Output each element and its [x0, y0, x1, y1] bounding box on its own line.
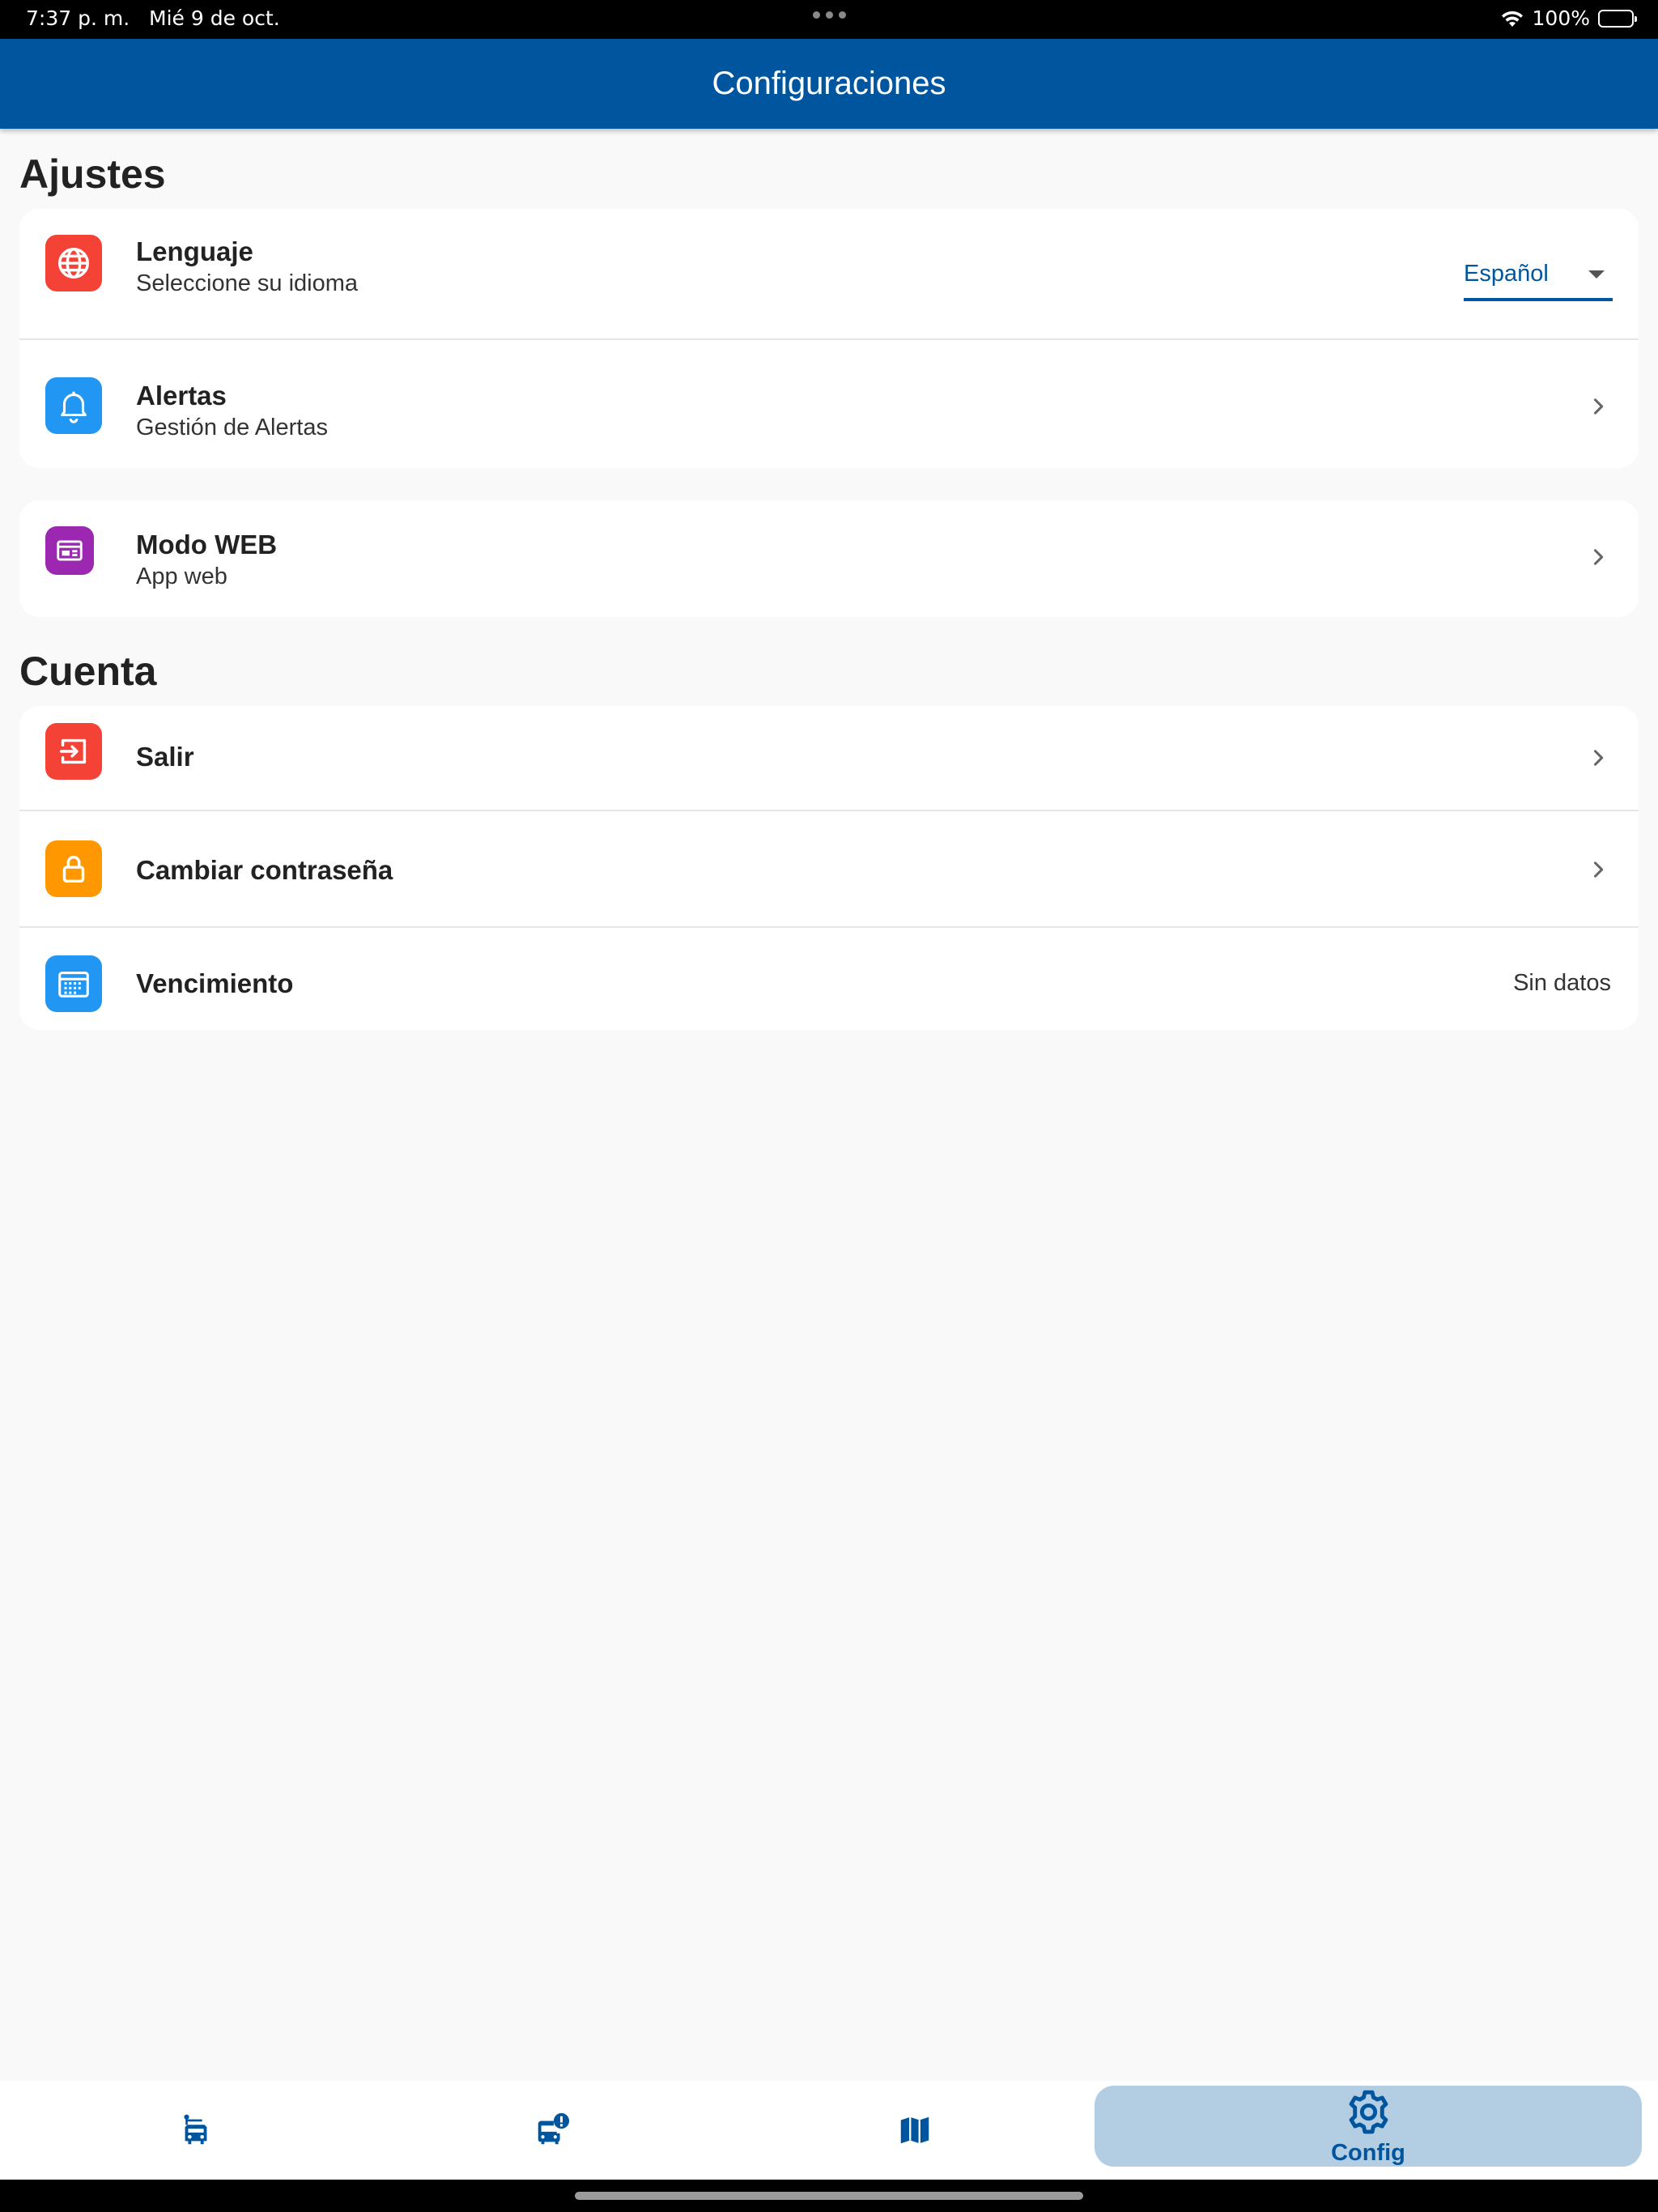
logout-row[interactable]: Salir [19, 706, 1639, 810]
chevron-right-icon [1593, 398, 1604, 415]
chevron-right-icon [1593, 549, 1604, 565]
globe-icon [45, 235, 102, 291]
expiration-value: Sin datos [1513, 970, 1611, 996]
alerts-row[interactable]: Alertas Gestión de Alertas [19, 338, 1639, 468]
language-row: Lenguaje Seleccione su idioma Español [19, 209, 1639, 338]
logout-title: Salir [136, 742, 194, 772]
language-dropdown[interactable]: Español [1464, 257, 1613, 301]
web-panel-icon [45, 526, 94, 575]
alerts-title: Alertas [136, 381, 227, 410]
web-mode-title: Modo WEB [136, 530, 278, 559]
vehicle-icon [184, 2114, 207, 2145]
caret-down-icon [1588, 270, 1605, 279]
multitasking-dots[interactable] [813, 11, 846, 19]
home-indicator[interactable] [575, 2192, 1083, 2200]
battery-icon [1598, 9, 1637, 28]
home-indicator-area [0, 2180, 1658, 2212]
logout-icon [45, 723, 102, 780]
nav-vehicle[interactable] [0, 2081, 392, 2180]
page-title: Configuraciones [712, 66, 946, 101]
web-mode-subtitle: App web [136, 564, 227, 589]
bell-icon [45, 377, 102, 434]
map-icon [900, 2116, 929, 2144]
nav-bus-alerts[interactable] [356, 2081, 748, 2180]
lock-icon [45, 840, 102, 897]
nav-config[interactable]: Config [1095, 2086, 1642, 2167]
nav-map[interactable] [719, 2081, 1111, 2180]
change-password-row[interactable]: Cambiar contraseña [19, 810, 1639, 926]
gear-icon [1349, 2090, 1388, 2134]
account-card: Salir Cambiar contraseña Vencimiento Sin… [19, 706, 1639, 1030]
nav-config-label: Config [1331, 2140, 1405, 2166]
alerts-subtitle: Gestión de Alertas [136, 415, 328, 440]
language-title: Lenguaje [136, 236, 253, 266]
section-title-cuenta: Cuenta [19, 649, 157, 694]
expiration-row: Vencimiento Sin datos [19, 926, 1639, 1030]
chevron-right-icon [1593, 750, 1604, 766]
status-right: 100% [1500, 6, 1637, 30]
calendar-icon [45, 955, 102, 1012]
chevron-right-icon [1593, 861, 1604, 878]
battery-percent: 100% [1532, 6, 1590, 30]
bottom-nav: Config [0, 2081, 1658, 2180]
section-title-ajustes: Ajustes [19, 151, 166, 197]
language-selected: Español [1464, 261, 1549, 287]
status-bar: 7:37 p. m. Mié 9 de oct. 100% [0, 0, 1658, 39]
app-bar: Configuraciones [0, 39, 1658, 129]
bus-alert-icon [538, 2112, 570, 2145]
web-mode-row[interactable]: Modo WEB App web [19, 500, 1639, 617]
wifi-icon [1501, 11, 1523, 27]
change-password-title: Cambiar contraseña [136, 855, 393, 885]
status-time: 7:37 p. m. Mié 9 de oct. [26, 6, 280, 30]
expiration-title: Vencimiento [136, 968, 294, 998]
settings-card: Lenguaje Seleccione su idioma Español Al… [19, 209, 1639, 468]
language-subtitle: Seleccione su idioma [136, 270, 359, 296]
web-mode-card: Modo WEB App web [19, 500, 1639, 617]
